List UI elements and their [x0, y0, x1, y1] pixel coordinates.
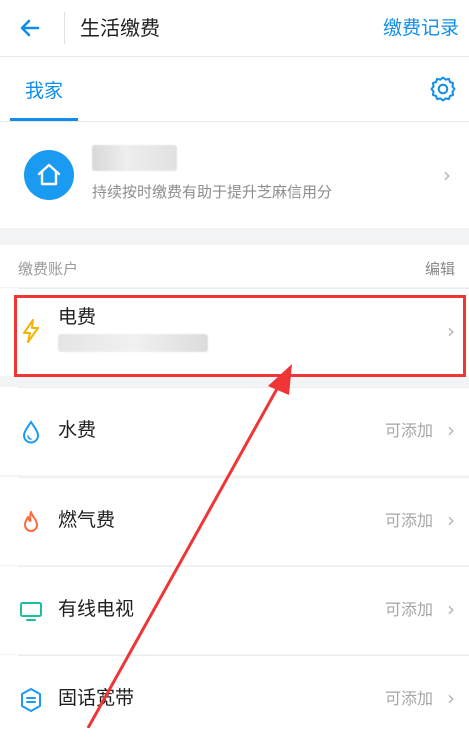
row-divider [18, 477, 469, 478]
settings-button[interactable] [429, 75, 457, 103]
row-divider [18, 655, 469, 656]
account-section-header: 缴费账户 编辑 [0, 245, 469, 287]
header-divider [64, 12, 65, 44]
row-divider [18, 566, 469, 567]
tab-my-home[interactable]: 我家 [10, 57, 78, 121]
bill-label-gas: 燃气费 [58, 509, 116, 531]
row-divider [18, 288, 469, 289]
house-icon [37, 163, 61, 186]
bill-status-water: 可添加 [384, 421, 433, 440]
chevron-right-icon: › [447, 686, 455, 710]
flame-icon [24, 511, 38, 532]
chevron-right-icon: › [443, 163, 451, 187]
home-name-blurred [92, 145, 177, 171]
bill-status-gas: 可添加 [384, 511, 433, 530]
bill-label-water: 水费 [58, 419, 97, 441]
row-divider [18, 387, 469, 388]
payment-records-link[interactable]: 缴费记录 [383, 14, 459, 42]
home-avatar [24, 150, 74, 200]
chevron-right-icon: › [447, 508, 455, 532]
page-title: 生活缴费 [80, 16, 160, 40]
bill-row-broadband[interactable]: 固话宽带 可添加 › [0, 655, 469, 743]
bill-label-broadband: 固话宽带 [58, 687, 135, 709]
back-arrow-icon [20, 19, 40, 37]
tab-bar: 我家 [0, 57, 469, 122]
bill-row-water[interactable]: 水费 可添加 › [0, 387, 469, 475]
chevron-right-icon: › [447, 597, 455, 621]
tv-icon [20, 602, 42, 621]
bill-status-broadband: 可添加 [384, 689, 433, 708]
highlight-box [14, 295, 466, 377]
chevron-right-icon: › [447, 418, 455, 442]
bill-status-cable-tv: 可添加 [384, 600, 433, 619]
home-card[interactable]: 持续按时缴费有助于提升芝麻信用分 › [0, 122, 469, 228]
section-label: 缴费账户 [18, 260, 79, 278]
tab-active-indicator [10, 118, 78, 121]
top-bar: 生活缴费 缴费记录 [0, 0, 469, 57]
bill-row-gas[interactable]: 燃气费 可添加 › [0, 477, 469, 565]
gear-icon [430, 76, 456, 102]
bill-row-cable-tv[interactable]: 有线电视 可添加 › [0, 566, 469, 654]
back-button[interactable] [8, 8, 52, 48]
broadband-icon [21, 688, 41, 712]
water-drop-icon [22, 420, 40, 444]
bill-label-cable-tv: 有线电视 [58, 598, 135, 620]
edit-button[interactable]: 编辑 [425, 258, 455, 279]
home-subtitle: 持续按时缴费有助于提升芝麻信用分 [92, 183, 333, 201]
